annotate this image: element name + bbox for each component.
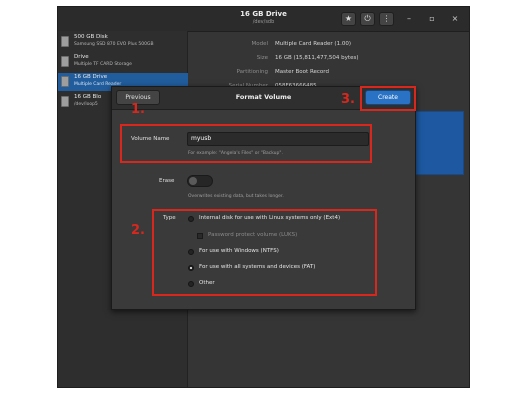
close-button[interactable]: × bbox=[449, 13, 461, 25]
minimize-button[interactable]: – bbox=[403, 13, 415, 25]
drive-icon bbox=[61, 36, 69, 47]
prop-label: Size bbox=[256, 55, 268, 61]
annotation-box-create bbox=[360, 86, 416, 111]
drive-desc: Samsung SSD 870 EVO Plus 500GB bbox=[74, 42, 154, 47]
drive-desc: /dev/loop5 bbox=[74, 102, 98, 107]
prop-value: 16 GB (15,811,477,504 bytes) bbox=[275, 55, 359, 61]
maximize-button[interactable]: ▫ bbox=[426, 13, 438, 25]
annotation-number-3: 3. bbox=[341, 92, 355, 107]
drive-name: 500 GB Disk bbox=[74, 34, 108, 40]
prop-value: Multiple Card Reader (1.00) bbox=[275, 41, 351, 47]
drive-name: 16 GB Blo bbox=[74, 94, 102, 100]
drive-icon bbox=[61, 56, 69, 67]
erase-toggle[interactable] bbox=[187, 175, 213, 187]
prop-value: Master Boot Record bbox=[275, 69, 329, 75]
drive-item[interactable]: Drive Multiple TF CARD Storage bbox=[58, 53, 188, 71]
kebab-menu-icon[interactable]: ⋮ bbox=[379, 12, 394, 26]
drive-icon bbox=[61, 96, 69, 107]
titlebar: 16 GB Drive /dev/sdb ★ ⏻ ⋮ – ▫ × bbox=[58, 7, 469, 32]
drive-icon bbox=[61, 76, 69, 87]
erase-hint: Overwrites existing data, but takes long… bbox=[188, 194, 284, 199]
drive-name: Drive bbox=[74, 54, 89, 60]
annotation-number-1: 1. bbox=[131, 102, 145, 117]
erase-label: Erase bbox=[159, 178, 175, 184]
annotation-box-type bbox=[152, 209, 377, 296]
power-icon[interactable]: ⏻ bbox=[360, 12, 375, 26]
prop-label: Partitioning bbox=[236, 69, 268, 75]
drive-name: 16 GB Drive bbox=[74, 74, 108, 80]
star-icon[interactable]: ★ bbox=[341, 12, 356, 26]
prop-label: Model bbox=[251, 41, 268, 47]
toggle-knob bbox=[189, 177, 197, 185]
annotation-box-volume-name bbox=[120, 124, 372, 163]
drive-desc: Multiple TF CARD Storage bbox=[74, 62, 132, 67]
annotation-number-2: 2. bbox=[131, 223, 145, 238]
drive-item[interactable]: 500 GB Disk Samsung SSD 870 EVO Plus 500… bbox=[58, 33, 188, 51]
